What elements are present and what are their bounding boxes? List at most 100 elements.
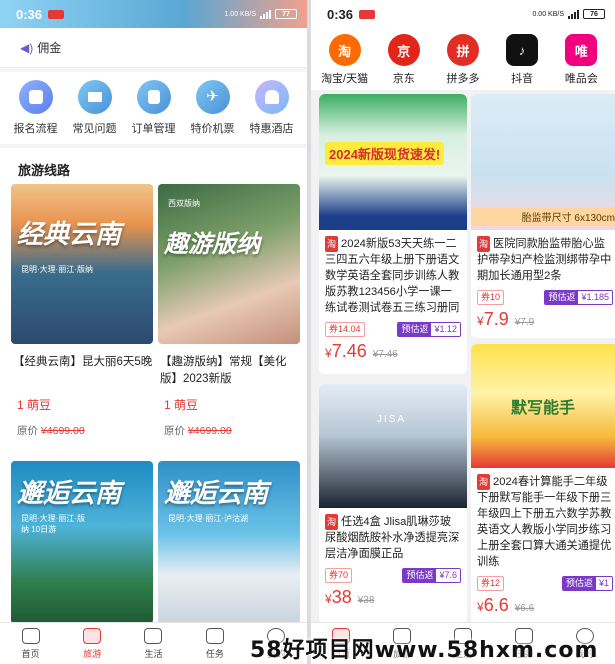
network-speed: 1.00 KB/S <box>224 10 256 18</box>
tour-image-title: 趣游版纳 <box>164 229 260 258</box>
quick-nav-orders[interactable]: 订单管理 <box>125 72 183 144</box>
product-price: ¥6.6 ¥6.6 <box>477 595 535 615</box>
taobao-badge-icon: 淘 <box>477 474 491 490</box>
platform-pinduoduo[interactable]: 拼拼多多 <box>435 28 491 90</box>
tour-points: 1 萌豆 <box>17 398 52 412</box>
tour-image-title: 邂逅云南 <box>17 479 122 509</box>
life-icon <box>144 627 163 644</box>
nav-label: 生活 <box>144 648 163 659</box>
platform-vipshop[interactable]: 唯唯品会 <box>553 28 609 90</box>
coupon-tag: 券10 <box>477 290 505 305</box>
tour-image-subtitle: 西双版纳 <box>168 199 200 208</box>
signal-icon <box>568 9 579 19</box>
quick-nav-label: 特价机票 <box>190 123 235 135</box>
tour-card[interactable]: 邂逅云南 昆明·大理·丽江·泸沽湖 <box>158 461 300 624</box>
tour-image: 邂逅云南 昆明·大理·丽江·版纳 10日游 <box>11 461 153 624</box>
watermark: 58好项目网www.58hxm.com <box>250 638 599 663</box>
product-image-banner: 2024新版现货速发! <box>325 142 445 165</box>
order-icon <box>136 80 171 114</box>
nav-tasks[interactable]: 任务 <box>195 627 235 660</box>
current-price: 7.9 <box>483 309 509 329</box>
quick-nav-label: 常见问题 <box>72 123 117 135</box>
tour-card[interactable]: 经典云南 昆明·大理·丽江·版纳 【经典云南】昆大丽6天5晚 1 萌豆 原价 ¥… <box>11 184 153 438</box>
rebate-value: ¥1 <box>595 577 612 590</box>
faq-icon <box>77 80 112 114</box>
rebate-tag: 预估返 ¥1 <box>561 576 613 591</box>
current-price: 6.6 <box>483 595 509 615</box>
rebate-label: 预估返 <box>562 577 596 590</box>
product-title-text: 2024春计算能手二年级下册默写能手一年级下册三年级四上下册五六数学苏教英语文人… <box>477 476 612 568</box>
taobao-icon: 淘 <box>328 34 361 66</box>
tour-image-title: 邂逅云南 <box>164 479 269 509</box>
section-title: 旅游线路 <box>0 148 307 184</box>
product-tags: 券70 预估返 ¥7.6 <box>319 562 467 583</box>
tour-image: 趣游版纳 西双版纳 <box>158 184 300 344</box>
product-card[interactable]: JISA 淘任选4盒 Jlisa肌琳莎玻尿酸烟酰胺补水净透提亮深层洁净面膜正品 … <box>319 384 467 624</box>
original-price: ¥7.46 <box>372 349 398 360</box>
speaker-icon: ◀) <box>20 40 34 55</box>
coupon-tag: 券70 <box>325 568 353 583</box>
tour-list: 经典云南 昆明·大理·丽江·版纳 【经典云南】昆大丽6天5晚 1 萌豆 原价 ¥… <box>0 184 307 624</box>
nav-label: 首页 <box>21 648 40 659</box>
platform-label: 抖音 <box>511 73 534 85</box>
product-title-text: 医院同款胎监带胎心监护带孕妇产检监测绑带孕中期加长通用型2条 <box>477 238 612 282</box>
product-card[interactable]: 2024新版现货速发! 淘 2024新版53天天练一二三四五六年级上册下册语文数学… <box>319 94 467 374</box>
battery-icon: 76 <box>583 9 605 19</box>
tour-image-subtitle: 昆明·大理·丽江·泸沽湖 <box>168 514 248 523</box>
product-card[interactable]: 胎监带尺寸 6x130cm 淘医院同款胎监带胎心监护带孕妇产检监测绑带孕中期加长… <box>471 94 615 338</box>
rebate-tag: 预估返 ¥7.6 <box>402 568 461 583</box>
product-image: JISA <box>319 384 467 508</box>
quick-nav-label: 特惠酒店 <box>249 123 294 135</box>
commission-label: 佣金 <box>37 41 62 55</box>
status-system: 1.00 KB/S 77 <box>224 9 297 19</box>
product-card[interactable]: 默写能手 淘 2024春计算能手二年级下册默写能手一年级下册三年级四上下册五六数学… <box>471 344 615 624</box>
platform-douyin[interactable]: ♪ 抖音 <box>494 28 550 90</box>
status-time: 0:36 <box>16 6 43 22</box>
coupon-tag: 券12 <box>477 576 505 591</box>
home-icon <box>21 627 40 644</box>
product-title-text: 2024新版53天天练一二三四五六年级上册下册语文数学英语全套同步训练人教版苏教… <box>325 238 460 314</box>
platform-label: 淘宝/天猫 <box>321 73 369 85</box>
status-bar: 0:36 1.00 KB/S 77 <box>0 0 307 28</box>
palm-tree-icon <box>83 627 102 644</box>
quick-nav-label: 订单管理 <box>131 123 176 135</box>
quick-nav-flights[interactable]: ✈ 特价机票 <box>184 72 242 144</box>
product-image: 2024新版现货速发! <box>319 94 467 230</box>
taobao-badge-icon: 淘 <box>325 236 339 252</box>
tour-image: 经典云南 昆明·大理·丽江·版纳 <box>11 184 153 344</box>
original-price: ¥7.9 <box>514 317 535 328</box>
quick-nav-hotels[interactable]: 特惠酒店 <box>243 72 301 144</box>
status-time: 0:36 <box>327 6 354 22</box>
product-title: 淘任选4盒 Jlisa肌琳莎玻尿酸烟酰胺补水净透提亮深层洁净面膜正品 <box>319 508 467 562</box>
status-system: 0.00 KB/S 76 <box>532 9 605 19</box>
rebate-tag: 预估返 ¥1.12 <box>397 322 461 337</box>
tour-title: 【趣游版纳】常规【美化版】2023新版 <box>160 356 287 385</box>
quick-nav-register[interactable]: 报名流程 <box>7 72 65 144</box>
nav-label: 旅游 <box>83 648 102 659</box>
nav-home[interactable]: 首页 <box>11 627 51 660</box>
rebate-label: 预估返 <box>403 569 437 582</box>
product-tags: 券12 预估返 ¥1 <box>471 570 615 591</box>
commission-bar[interactable]: ◀) 佣金 <box>0 28 307 68</box>
notification-icon <box>359 9 376 19</box>
tour-card[interactable]: 邂逅云南 昆明·大理·丽江·版纳 10日游 <box>11 461 153 624</box>
platform-jd[interactable]: 京京东 <box>376 28 432 90</box>
rebate-label: 预估返 <box>545 291 579 304</box>
platform-label: 拼多多 <box>446 73 480 85</box>
nav-life[interactable]: 生活 <box>133 627 173 660</box>
nav-travel[interactable]: 旅游 <box>72 627 112 660</box>
platform-taobao[interactable]: 淘淘宝/天猫 <box>317 28 373 90</box>
tour-image-subtitle: 昆明·大理·丽江·版纳 <box>21 265 93 274</box>
quick-nav-label: 报名流程 <box>13 123 58 135</box>
original-price: ¥6.6 <box>514 603 535 614</box>
rebate-tag: 预估返 ¥1.185 <box>544 290 613 305</box>
tour-price: 原价 ¥4699.00 <box>158 423 300 438</box>
quick-nav-faq[interactable]: 常见问题 <box>66 72 124 144</box>
original-price: ¥4699.00 <box>40 425 85 437</box>
product-image-banner: 胎监带尺寸 6x130cm <box>471 207 615 226</box>
register-icon <box>18 80 53 114</box>
travel-screen: 0:36 1.00 KB/S 77 ◀) 佣金 报名流程 常见问题 订单管理 ✈… <box>0 0 307 664</box>
tour-card[interactable]: 趣游版纳 西双版纳 【趣游版纳】常规【美化版】2023新版 1 萌豆 原价 ¥4… <box>158 184 300 438</box>
douyin-icon: ♪ <box>506 34 539 66</box>
rebate-value: ¥1.185 <box>578 291 612 304</box>
